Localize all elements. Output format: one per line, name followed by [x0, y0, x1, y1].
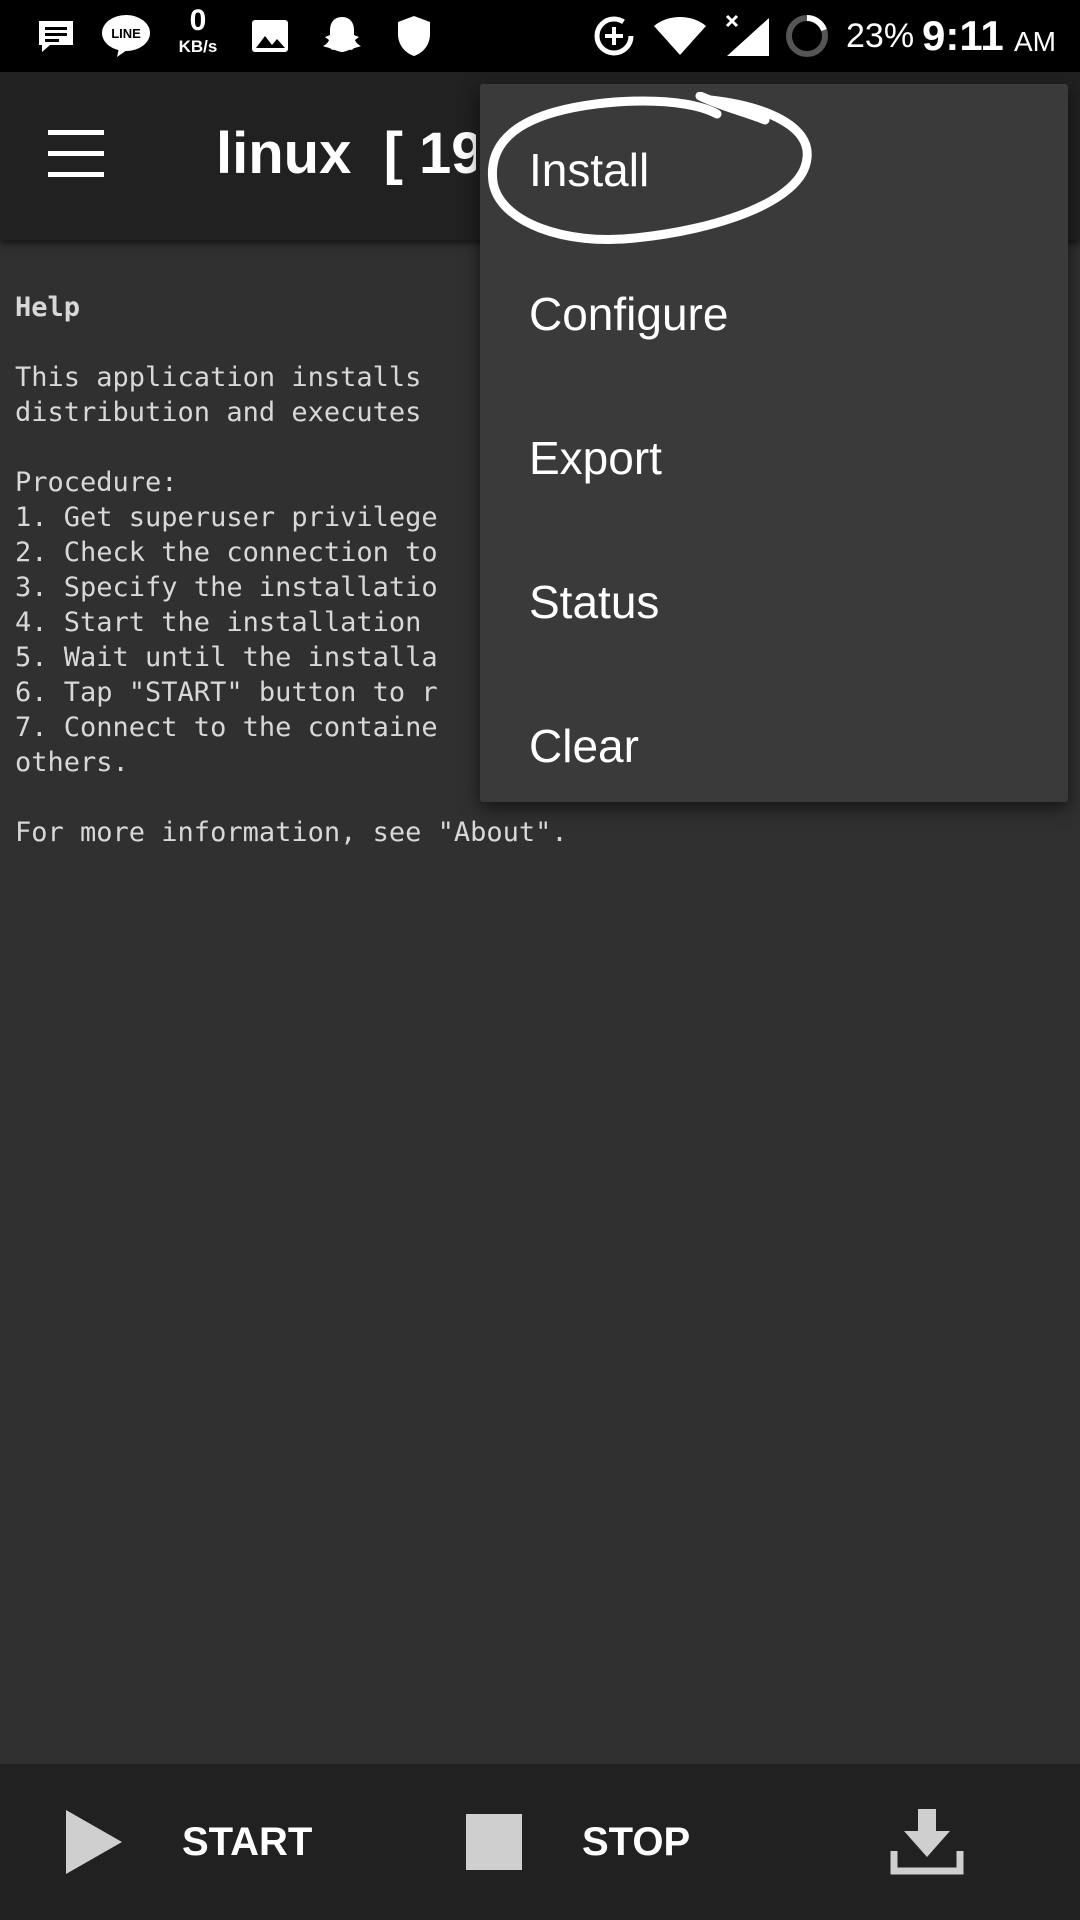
- download-icon: [890, 1809, 964, 1875]
- start-button[interactable]: START: [62, 1764, 312, 1920]
- speed-value: 0: [189, 4, 207, 37]
- menu-item-status[interactable]: Status: [480, 530, 1068, 674]
- stop-icon: [466, 1814, 522, 1870]
- start-label: START: [182, 1819, 313, 1864]
- wifi-icon: [652, 12, 708, 60]
- battery-ring-icon: [782, 12, 832, 60]
- menu-item-label: Status: [529, 576, 660, 628]
- signal-icon: [722, 12, 772, 60]
- status-bar: LINE 0 KB/s 23% 9:11 AM: [0, 0, 1080, 72]
- menu-item-label: Install: [529, 144, 650, 196]
- shield-icon: [392, 12, 436, 60]
- menu-item-label: Export: [529, 432, 662, 484]
- snapchat-icon: [318, 12, 366, 60]
- play-icon: [66, 1810, 122, 1874]
- clock-time: 9:11: [922, 12, 1004, 59]
- log-line: For more information, see "About".: [15, 817, 568, 848]
- data-saver-icon: [590, 12, 638, 60]
- speed-unit: KB/s: [178, 37, 218, 56]
- network-speed: 0 KB/s: [170, 4, 226, 56]
- bottom-action-bar: START STOP: [0, 1764, 1080, 1920]
- menu-item-label: Configure: [529, 288, 729, 340]
- clock-ampm: AM: [1014, 26, 1056, 57]
- app-title: linux [ 192: [216, 121, 476, 186]
- download-button[interactable]: [890, 1764, 964, 1920]
- line-app-icon: LINE: [100, 12, 152, 60]
- menu-item-clear[interactable]: Clear: [480, 674, 1068, 818]
- stop-label: STOP: [582, 1819, 691, 1864]
- menu-item-configure[interactable]: Configure: [480, 242, 1068, 386]
- hamburger-icon[interactable]: [48, 130, 120, 182]
- svg-text:LINE: LINE: [111, 26, 141, 41]
- menu-item-export[interactable]: Export: [480, 386, 1068, 530]
- stop-button[interactable]: STOP: [466, 1764, 690, 1920]
- menu-item-install[interactable]: Install: [480, 98, 1068, 242]
- menu-item-label: Clear: [529, 720, 639, 772]
- message-icon: [34, 12, 78, 60]
- image-icon: [248, 12, 292, 60]
- overflow-menu: Install Configure Export Status Clear: [480, 84, 1068, 802]
- battery-percent: 23%: [846, 16, 915, 55]
